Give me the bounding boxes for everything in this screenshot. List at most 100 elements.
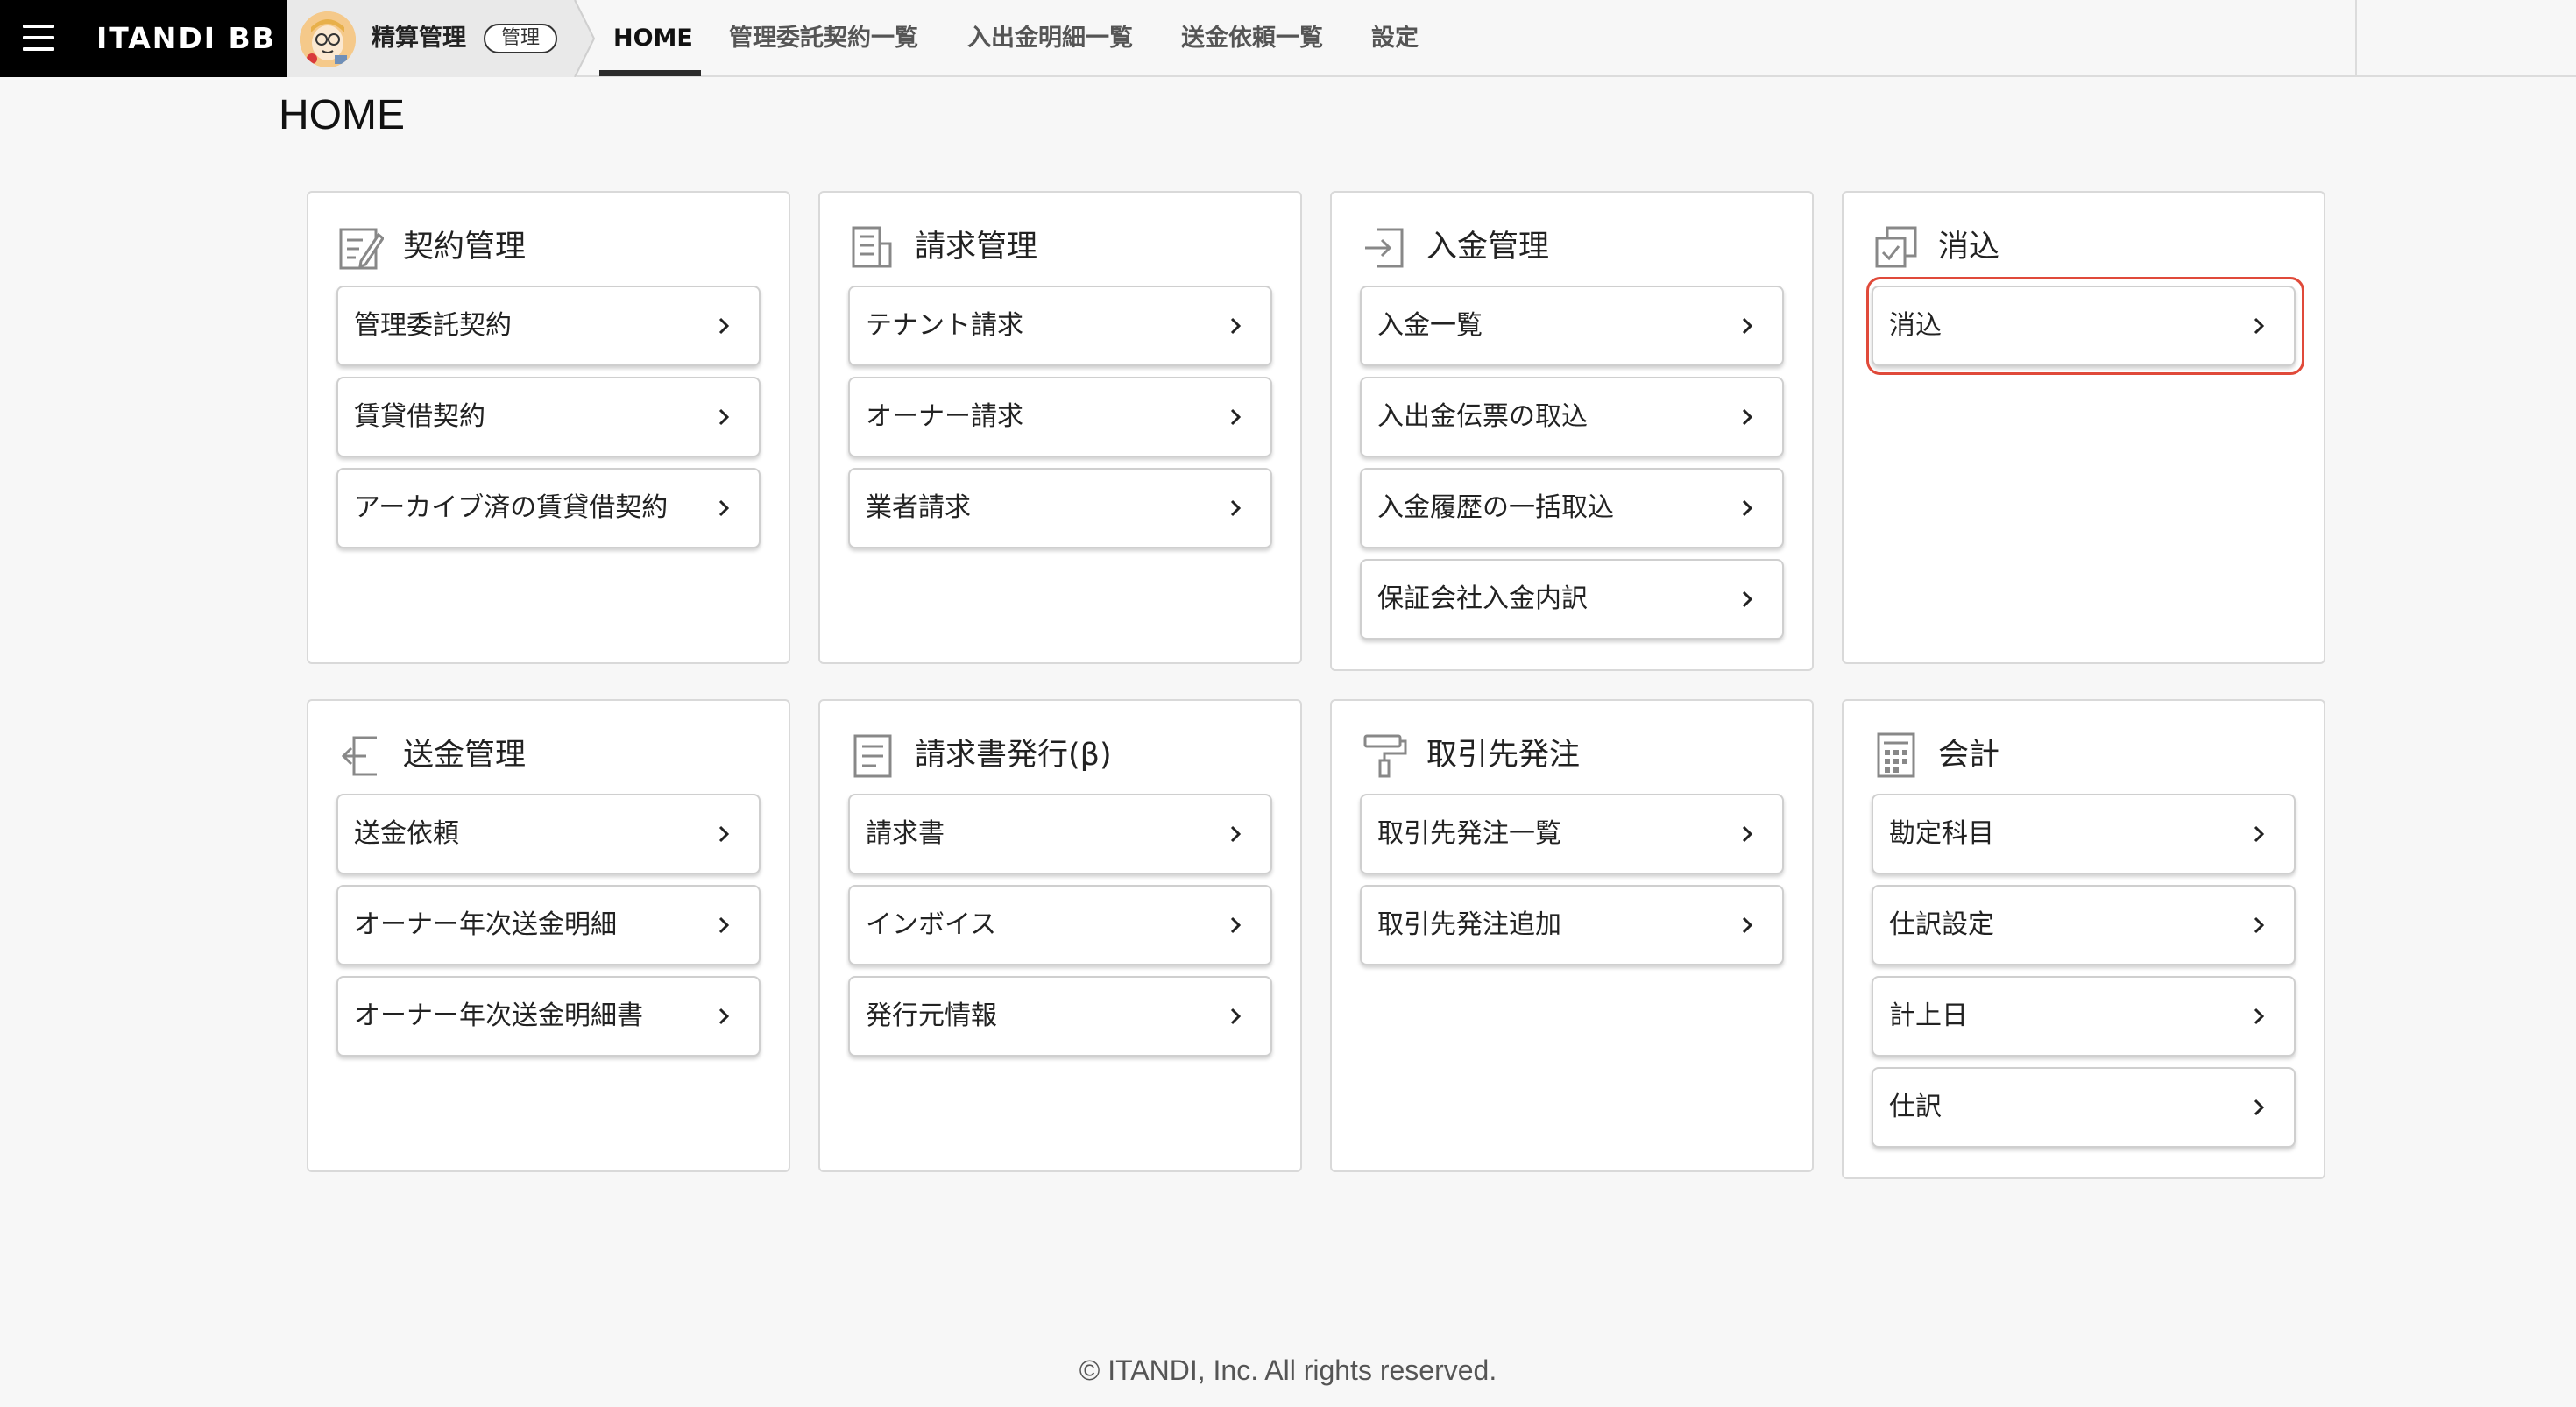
menu-item-label: 管理委託契約 xyxy=(354,310,512,341)
card-title: 会計 xyxy=(1938,738,2000,773)
brand-logo[interactable]: ITANDI BB xyxy=(96,19,276,58)
card-invoice-issuance: 請求書発行(β) 請求書 インボイス 発行元情報 xyxy=(818,699,1302,1172)
menu-item-label: 発行元情報 xyxy=(866,1000,997,1031)
chevron-right-icon xyxy=(718,825,730,843)
menu-item-tenant-billing[interactable]: テナント請求 xyxy=(848,286,1272,366)
menu-item-label: 取引先発注追加 xyxy=(1377,909,1561,940)
chevron-right-icon xyxy=(1230,499,1242,517)
header-divider xyxy=(2355,0,2357,77)
menu-item-label: オーナー請求 xyxy=(866,401,1023,432)
paint-roller-icon xyxy=(1363,734,1407,778)
app-header: ITANDI BB 精算管理 管理 HOME 管理委託契約一覧 入出金明細一覧 … xyxy=(0,0,2576,77)
menu-item-account-titles[interactable]: 勘定科目 xyxy=(1872,794,2296,874)
mascot-avatar-icon xyxy=(300,11,356,67)
menu-item-bulk-import-deposits[interactable]: 入金履歴の一括取込 xyxy=(1360,468,1784,548)
menu-item-remittance-request[interactable]: 送金依頼 xyxy=(336,794,761,874)
reconcile-check-icon xyxy=(1875,226,1917,268)
chevron-right-icon xyxy=(1742,499,1753,517)
menu-item-owner-annual-statement-document[interactable]: オーナー年次送金明細書 xyxy=(336,976,761,1057)
menu-item-archived-lease-contract[interactable]: アーカイブ済の賃貸借契約 xyxy=(336,468,761,548)
invoice-document-icon xyxy=(852,226,892,268)
avatar xyxy=(300,11,356,67)
card-title: 送金管理 xyxy=(403,738,527,773)
menu-item-label: オーナー年次送金明細書 xyxy=(354,1000,643,1031)
menu-item-vendor-order-list[interactable]: 取引先発注一覧 xyxy=(1360,794,1784,874)
menu-item-lease-contract[interactable]: 賃貸借契約 xyxy=(336,377,761,457)
nav-transactions[interactable]: 入出金明細一覧 xyxy=(967,0,1133,77)
menu-item-label: 送金依頼 xyxy=(354,818,459,849)
menu-item-qualified-invoice[interactable]: インボイス xyxy=(848,885,1272,965)
menu-item-label: 賃貸借契約 xyxy=(354,401,485,432)
card-title: 請求管理 xyxy=(915,230,1038,265)
card-billing-management: 請求管理 テナント請求 オーナー請求 業者請求 xyxy=(818,191,1302,664)
chevron-right-icon xyxy=(718,499,730,517)
card-title: 契約管理 xyxy=(403,230,527,265)
menu-item-label: 請求書 xyxy=(866,818,945,849)
menu-item-label: インボイス xyxy=(866,909,997,940)
menu-item-import-vouchers[interactable]: 入出金伝票の取込 xyxy=(1360,377,1784,457)
calculator-icon xyxy=(1877,732,1915,778)
brand-bar: ITANDI BB xyxy=(0,0,287,77)
card-title: 取引先発注 xyxy=(1426,738,1581,773)
chevron-right-icon xyxy=(1742,317,1753,335)
chevron-right-icon xyxy=(1742,408,1753,426)
menu-item-label: 仕訳 xyxy=(1889,1092,1942,1122)
role-badge: 管理 xyxy=(484,24,557,53)
menu-item-label: テナント請求 xyxy=(866,310,1023,341)
nav-active-indicator xyxy=(599,70,701,76)
chevron-right-icon xyxy=(1230,916,1242,934)
chevron-right-icon xyxy=(2254,916,2265,934)
card-deposit-management: 入金管理 入金一覧 入出金伝票の取込 入金履歴の一括取込 保証会社入金内訳 xyxy=(1330,191,1814,671)
menu-item-invoice[interactable]: 請求書 xyxy=(848,794,1272,874)
card-title: 請求書発行(β) xyxy=(915,738,1112,773)
menu-item-deposit-list[interactable]: 入金一覧 xyxy=(1360,286,1784,366)
menu-item-add-vendor-order[interactable]: 取引先発注追加 xyxy=(1360,885,1784,965)
card-remittance-management: 送金管理 送金依頼 オーナー年次送金明細 オーナー年次送金明細書 xyxy=(307,699,790,1172)
menu-item-label: オーナー年次送金明細 xyxy=(354,909,617,940)
chevron-right-icon xyxy=(718,317,730,335)
contract-edit-icon xyxy=(339,228,384,270)
card-accounting: 会計 勘定科目 仕訳設定 計上日 仕訳 xyxy=(1842,699,2325,1179)
deposit-in-icon xyxy=(1365,228,1404,268)
nav-home[interactable]: HOME xyxy=(613,0,693,77)
menu-item-issuer-info[interactable]: 発行元情報 xyxy=(848,976,1272,1057)
menu-item-owner-billing[interactable]: オーナー請求 xyxy=(848,377,1272,457)
chevron-right-icon xyxy=(2254,1099,2265,1116)
menu-item-label: 計上日 xyxy=(1889,1000,1968,1031)
chevron-right-icon xyxy=(718,1008,730,1025)
chevron-right-icon xyxy=(1230,825,1242,843)
menu-item-management-contract[interactable]: 管理委託契約 xyxy=(336,286,761,366)
card-contract-management: 契約管理 管理委託契約 賃貸借契約 アーカイブ済の賃貸借契約 xyxy=(307,191,790,664)
menu-item-guarantor-deposit-breakdown[interactable]: 保証会社入金内訳 xyxy=(1360,559,1784,640)
page-title: HOME xyxy=(279,92,405,138)
menu-item-label: 業者請求 xyxy=(866,492,971,523)
menu-item-owner-annual-statement[interactable]: オーナー年次送金明細 xyxy=(336,885,761,965)
chevron-right-icon xyxy=(2254,1008,2265,1025)
menu-item-label: 保証会社入金内訳 xyxy=(1377,583,1588,614)
menu-item-journal-settings[interactable]: 仕訳設定 xyxy=(1872,885,2296,965)
card-title: 入金管理 xyxy=(1426,230,1550,265)
chevron-right-icon xyxy=(1742,916,1753,934)
card-title: 消込 xyxy=(1938,230,2000,265)
menu-item-label: アーカイブ済の賃貸借契約 xyxy=(354,492,669,523)
nav-remittance-requests[interactable]: 送金依頼一覧 xyxy=(1181,0,1323,77)
menu-item-label: 入出金伝票の取込 xyxy=(1377,401,1588,432)
chevron-right-icon xyxy=(1230,317,1242,335)
menu-item-journal[interactable]: 仕訳 xyxy=(1872,1067,2296,1148)
menu-item-label: 勘定科目 xyxy=(1889,818,1994,849)
footer-copyright: © ITANDI, Inc. All rights reserved. xyxy=(1079,1354,1497,1386)
nav-management-contracts[interactable]: 管理委託契約一覧 xyxy=(729,0,918,77)
product-name[interactable]: 精算管理 xyxy=(372,23,466,54)
breadcrumb-separator-icon xyxy=(574,0,595,77)
chevron-right-icon xyxy=(718,408,730,426)
hamburger-menu-icon[interactable] xyxy=(23,23,54,53)
menu-item-posting-date[interactable]: 計上日 xyxy=(1872,976,2296,1057)
invoice-issue-icon xyxy=(853,734,892,778)
menu-item-vendor-billing[interactable]: 業者請求 xyxy=(848,468,1272,548)
chevron-right-icon xyxy=(1742,590,1753,608)
chevron-right-icon xyxy=(2254,825,2265,843)
chevron-right-icon xyxy=(1742,825,1753,843)
nav-settings[interactable]: 設定 xyxy=(1371,0,1419,77)
menu-item-label: 入金一覧 xyxy=(1377,310,1483,341)
menu-item-label: 取引先発注一覧 xyxy=(1377,818,1561,849)
